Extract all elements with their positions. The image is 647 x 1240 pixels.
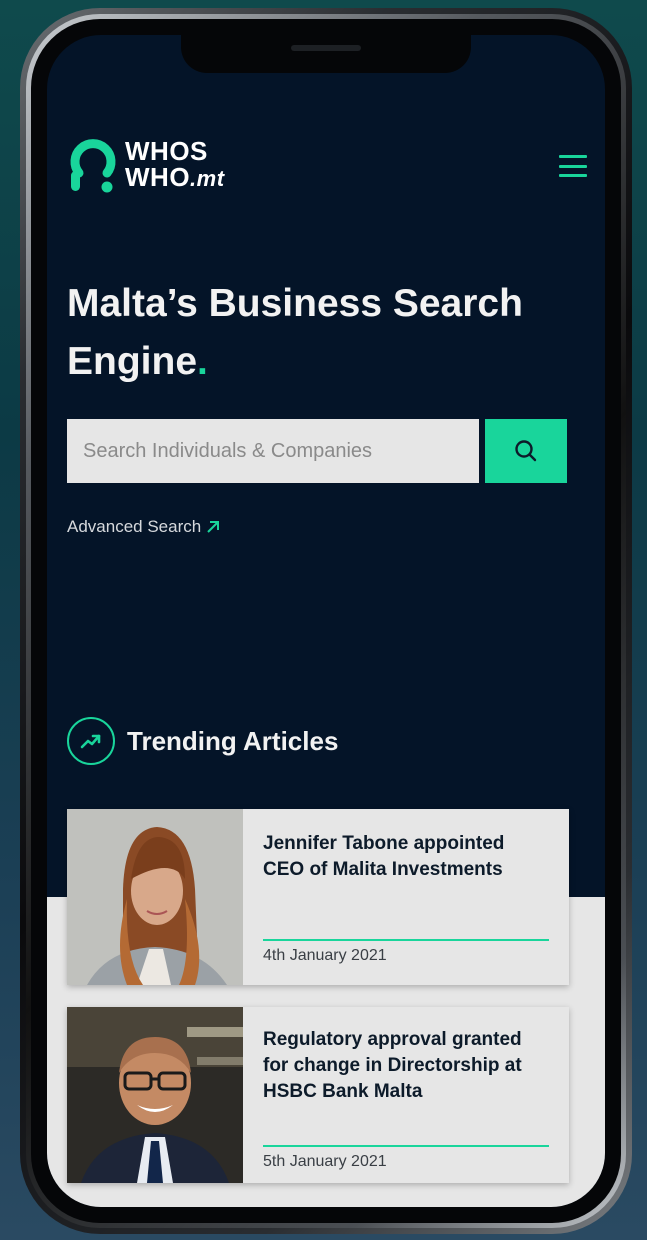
search-bar xyxy=(67,419,569,483)
trending-section-header: Trending Articles xyxy=(67,717,338,765)
article-photo xyxy=(67,809,243,985)
portrait-woman-image xyxy=(67,809,243,985)
logo-wordmark: WHOS WHO.mt xyxy=(125,138,225,192)
advanced-search-link[interactable]: Advanced Search xyxy=(67,517,221,537)
menu-icon[interactable] xyxy=(559,155,587,177)
phone-edge: WHOS WHO.mt Malta’s Business Search Engi… xyxy=(26,14,626,1228)
headline-text: Malta’s Business Search Engine xyxy=(67,282,523,383)
screen: WHOS WHO.mt Malta’s Business Search Engi… xyxy=(47,35,605,1207)
phone-notch xyxy=(181,35,471,73)
article-title[interactable]: Jennifer Tabone appointed CEO of Malita … xyxy=(263,831,549,883)
site-logo[interactable]: WHOS WHO.mt xyxy=(67,133,225,197)
speaker-grill xyxy=(291,45,361,51)
external-arrow-icon xyxy=(207,521,220,533)
trending-up-glyph xyxy=(80,734,101,749)
headline-dot: . xyxy=(197,340,208,383)
search-icon xyxy=(515,440,537,462)
phone-frame: WHOS WHO.mt Malta’s Business Search Engi… xyxy=(20,8,632,1234)
page-title: Malta’s Business Search Engine. xyxy=(67,275,587,391)
menu-bar xyxy=(559,174,587,177)
article-body: Regulatory approval granted for change i… xyxy=(243,1007,569,1183)
menu-bar xyxy=(559,155,587,158)
logo-line-1: WHOS xyxy=(125,136,208,166)
logo-icon xyxy=(70,139,116,193)
advanced-search-label: Advanced Search xyxy=(67,517,202,536)
trending-title: Trending Articles xyxy=(127,725,339,756)
logo-line-2-text: WHO xyxy=(125,162,191,192)
trending-up-icon xyxy=(67,717,115,765)
article-photo xyxy=(67,1007,243,1183)
article-card[interactable]: Jennifer Tabone appointed CEO of Malita … xyxy=(67,809,569,985)
search-button[interactable] xyxy=(485,419,567,483)
article-date: 5th January 2021 xyxy=(263,1145,549,1171)
logo-line-2: WHO.mt xyxy=(125,164,225,192)
article-date: 4th January 2021 xyxy=(263,939,549,965)
article-title[interactable]: Regulatory approval granted for change i… xyxy=(263,1027,549,1105)
article-card[interactable]: Regulatory approval granted for change i… xyxy=(67,1007,569,1183)
menu-bar xyxy=(559,164,587,168)
phone-bezel: WHOS WHO.mt Malta’s Business Search Engi… xyxy=(31,19,621,1223)
search-input[interactable] xyxy=(67,419,479,483)
site-header: WHOS WHO.mt xyxy=(47,95,605,195)
logo-suffix: .mt xyxy=(190,166,225,191)
article-body: Jennifer Tabone appointed CEO of Malita … xyxy=(243,809,569,985)
portrait-man-image xyxy=(67,1007,243,1183)
